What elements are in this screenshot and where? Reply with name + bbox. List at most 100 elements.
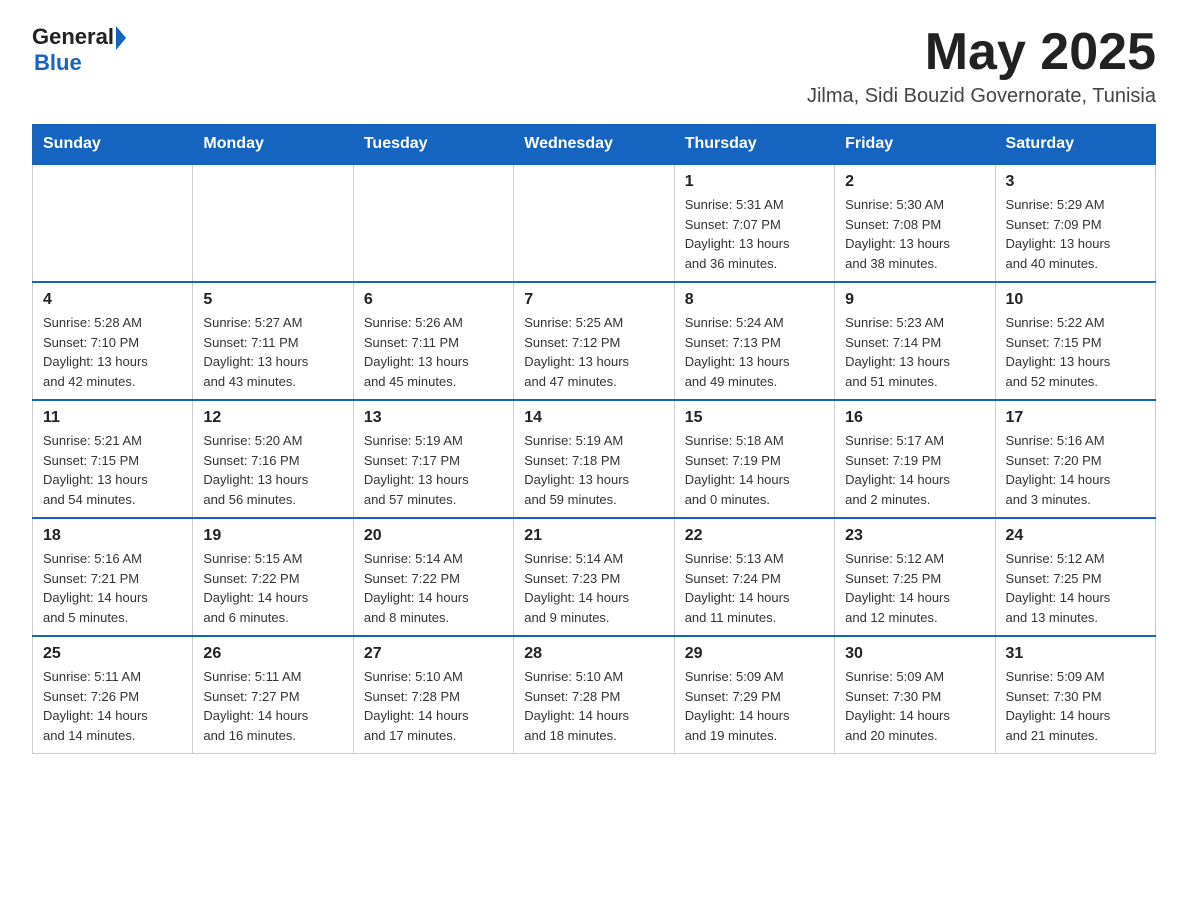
calendar-day-1: 1 Sunrise: 5:31 AMSunset: 7:07 PMDaylight… xyxy=(674,164,834,282)
day-number: 30 xyxy=(845,645,984,663)
calendar-day-23: 23Sunrise: 5:12 AMSunset: 7:25 PMDayligh… xyxy=(835,518,995,636)
logo-blue-text: Blue xyxy=(34,50,82,76)
day-number: 18 xyxy=(43,527,182,545)
day-number: 23 xyxy=(845,527,984,545)
weekday-header-saturday: Saturday xyxy=(995,125,1155,165)
day-info: Sunrise: 5:30 AMSunset: 7:08 PMDaylight:… xyxy=(845,195,984,273)
calendar-empty-cell xyxy=(353,164,513,282)
day-info: Sunrise: 5:26 AMSunset: 7:11 PMDaylight:… xyxy=(364,313,503,391)
calendar-day-18: 18 Sunrise: 5:16 AMSunset: 7:21 PMDayligh… xyxy=(33,518,193,636)
calendar-day-28: 28Sunrise: 5:10 AMSunset: 7:28 PMDayligh… xyxy=(514,636,674,754)
day-info: Sunrise: 5:15 AMSunset: 7:22 PMDaylight:… xyxy=(203,549,342,627)
logo-general-text: General xyxy=(32,24,114,50)
calendar-day-17: 17 Sunrise: 5:16 AMSunset: 7:20 PMDayligh… xyxy=(995,400,1155,518)
day-number: 13 xyxy=(364,409,503,427)
month-title: May 2025 xyxy=(807,24,1156,81)
calendar-week-row: 11 Sunrise: 5:21 AMSunset: 7:15 PMDayligh… xyxy=(33,400,1156,518)
calendar-day-19: 19 Sunrise: 5:15 AMSunset: 7:22 PMDayligh… xyxy=(193,518,353,636)
day-info: Sunrise: 5:31 AMSunset: 7:07 PMDaylight:… xyxy=(685,195,824,273)
calendar-day-22: 22 Sunrise: 5:13 AMSunset: 7:24 PMDayligh… xyxy=(674,518,834,636)
calendar-day-16: 16Sunrise: 5:17 AMSunset: 7:19 PMDayligh… xyxy=(835,400,995,518)
calendar-day-10: 10 Sunrise: 5:22 AMSunset: 7:15 PMDayligh… xyxy=(995,282,1155,400)
day-number: 9 xyxy=(845,291,984,309)
day-number: 31 xyxy=(1006,645,1145,663)
weekday-header-tuesday: Tuesday xyxy=(353,125,513,165)
calendar-day-13: 13Sunrise: 5:19 AMSunset: 7:17 PMDayligh… xyxy=(353,400,513,518)
day-info: Sunrise: 5:14 AMSunset: 7:23 PMDaylight:… xyxy=(524,549,663,627)
calendar-day-8: 8 Sunrise: 5:24 AMSunset: 7:13 PMDaylight… xyxy=(674,282,834,400)
weekday-header-friday: Friday xyxy=(835,125,995,165)
day-info: Sunrise: 5:09 AMSunset: 7:29 PMDaylight:… xyxy=(685,667,824,745)
calendar-day-4: 4 Sunrise: 5:28 AMSunset: 7:10 PMDaylight… xyxy=(33,282,193,400)
logo: General Blue xyxy=(32,24,126,76)
calendar-day-31: 31 Sunrise: 5:09 AMSunset: 7:30 PMDayligh… xyxy=(995,636,1155,754)
day-number: 8 xyxy=(685,291,824,309)
day-number: 25 xyxy=(43,645,182,663)
day-number: 26 xyxy=(203,645,342,663)
day-number: 27 xyxy=(364,645,503,663)
day-info: Sunrise: 5:25 AMSunset: 7:12 PMDaylight:… xyxy=(524,313,663,391)
day-info: Sunrise: 5:13 AMSunset: 7:24 PMDaylight:… xyxy=(685,549,824,627)
day-number: 17 xyxy=(1006,409,1145,427)
day-number: 21 xyxy=(524,527,663,545)
day-number: 10 xyxy=(1006,291,1145,309)
day-number: 22 xyxy=(685,527,824,545)
day-info: Sunrise: 5:21 AMSunset: 7:15 PMDaylight:… xyxy=(43,431,182,509)
calendar-day-20: 20Sunrise: 5:14 AMSunset: 7:22 PMDayligh… xyxy=(353,518,513,636)
day-number: 11 xyxy=(43,409,182,427)
weekday-header-row: SundayMondayTuesdayWednesdayThursdayFrid… xyxy=(33,125,1156,165)
day-number: 2 xyxy=(845,173,984,191)
day-info: Sunrise: 5:20 AMSunset: 7:16 PMDaylight:… xyxy=(203,431,342,509)
calendar-day-24: 24 Sunrise: 5:12 AMSunset: 7:25 PMDayligh… xyxy=(995,518,1155,636)
calendar-day-9: 9Sunrise: 5:23 AMSunset: 7:14 PMDaylight… xyxy=(835,282,995,400)
day-number: 5 xyxy=(203,291,342,309)
day-number: 6 xyxy=(364,291,503,309)
calendar-day-30: 30Sunrise: 5:09 AMSunset: 7:30 PMDayligh… xyxy=(835,636,995,754)
day-number: 4 xyxy=(43,291,182,309)
calendar-week-row: 18 Sunrise: 5:16 AMSunset: 7:21 PMDayligh… xyxy=(33,518,1156,636)
calendar-day-6: 6 Sunrise: 5:26 AMSunset: 7:11 PMDaylight… xyxy=(353,282,513,400)
calendar-day-2: 2 Sunrise: 5:30 AMSunset: 7:08 PMDaylight… xyxy=(835,164,995,282)
day-info: Sunrise: 5:12 AMSunset: 7:25 PMDaylight:… xyxy=(1006,549,1145,627)
calendar-day-3: 3 Sunrise: 5:29 AMSunset: 7:09 PMDaylight… xyxy=(995,164,1155,282)
day-number: 1 xyxy=(685,173,824,191)
calendar-week-row: 4 Sunrise: 5:28 AMSunset: 7:10 PMDaylight… xyxy=(33,282,1156,400)
calendar-day-25: 25 Sunrise: 5:11 AMSunset: 7:26 PMDayligh… xyxy=(33,636,193,754)
page-header: General Blue May 2025 Jilma, Sidi Bouzid… xyxy=(32,24,1156,108)
day-info: Sunrise: 5:11 AMSunset: 7:26 PMDaylight:… xyxy=(43,667,182,745)
day-number: 15 xyxy=(685,409,824,427)
day-info: Sunrise: 5:16 AMSunset: 7:21 PMDaylight:… xyxy=(43,549,182,627)
calendar-day-5: 5 Sunrise: 5:27 AMSunset: 7:11 PMDaylight… xyxy=(193,282,353,400)
day-number: 24 xyxy=(1006,527,1145,545)
calendar-table: SundayMondayTuesdayWednesdayThursdayFrid… xyxy=(32,124,1156,754)
day-info: Sunrise: 5:09 AMSunset: 7:30 PMDaylight:… xyxy=(1006,667,1145,745)
day-info: Sunrise: 5:22 AMSunset: 7:15 PMDaylight:… xyxy=(1006,313,1145,391)
day-number: 19 xyxy=(203,527,342,545)
title-block: May 2025 Jilma, Sidi Bouzid Governorate,… xyxy=(807,24,1156,108)
calendar-empty-cell xyxy=(33,164,193,282)
calendar-day-21: 21 Sunrise: 5:14 AMSunset: 7:23 PMDayligh… xyxy=(514,518,674,636)
day-info: Sunrise: 5:10 AMSunset: 7:28 PMDaylight:… xyxy=(364,667,503,745)
day-info: Sunrise: 5:16 AMSunset: 7:20 PMDaylight:… xyxy=(1006,431,1145,509)
calendar-empty-cell xyxy=(514,164,674,282)
calendar-day-7: 7 Sunrise: 5:25 AMSunset: 7:12 PMDaylight… xyxy=(514,282,674,400)
day-info: Sunrise: 5:24 AMSunset: 7:13 PMDaylight:… xyxy=(685,313,824,391)
calendar-day-27: 27 Sunrise: 5:10 AMSunset: 7:28 PMDayligh… xyxy=(353,636,513,754)
day-number: 29 xyxy=(685,645,824,663)
day-number: 7 xyxy=(524,291,663,309)
day-info: Sunrise: 5:29 AMSunset: 7:09 PMDaylight:… xyxy=(1006,195,1145,273)
day-number: 14 xyxy=(524,409,663,427)
calendar-day-12: 12Sunrise: 5:20 AMSunset: 7:16 PMDayligh… xyxy=(193,400,353,518)
calendar-day-29: 29 Sunrise: 5:09 AMSunset: 7:29 PMDayligh… xyxy=(674,636,834,754)
location-title: Jilma, Sidi Bouzid Governorate, Tunisia xyxy=(807,85,1156,108)
calendar-day-15: 15Sunrise: 5:18 AMSunset: 7:19 PMDayligh… xyxy=(674,400,834,518)
weekday-header-monday: Monday xyxy=(193,125,353,165)
day-info: Sunrise: 5:17 AMSunset: 7:19 PMDaylight:… xyxy=(845,431,984,509)
day-info: Sunrise: 5:27 AMSunset: 7:11 PMDaylight:… xyxy=(203,313,342,391)
calendar-day-26: 26Sunrise: 5:11 AMSunset: 7:27 PMDayligh… xyxy=(193,636,353,754)
day-info: Sunrise: 5:19 AMSunset: 7:18 PMDaylight:… xyxy=(524,431,663,509)
day-number: 3 xyxy=(1006,173,1145,191)
day-info: Sunrise: 5:28 AMSunset: 7:10 PMDaylight:… xyxy=(43,313,182,391)
calendar-empty-cell xyxy=(193,164,353,282)
day-info: Sunrise: 5:10 AMSunset: 7:28 PMDaylight:… xyxy=(524,667,663,745)
